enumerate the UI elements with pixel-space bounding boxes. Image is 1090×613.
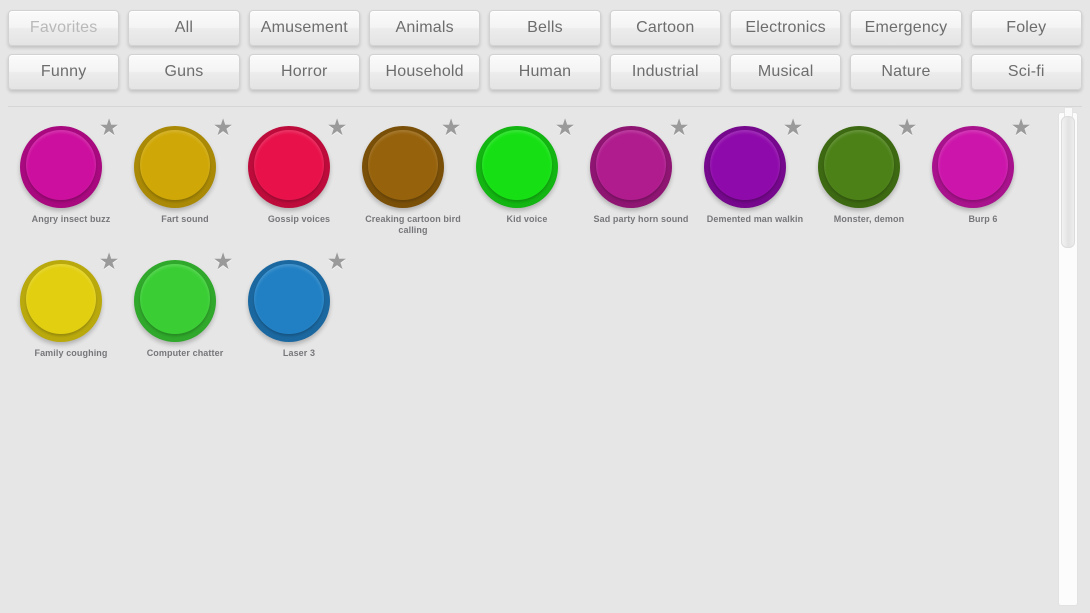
star-icon[interactable]: ★ — [782, 116, 804, 139]
sound-pad-grid: ★ Angry insect buzz ★ Fart sound ★ Gossip voi… — [0, 110, 1046, 373]
sound-pad[interactable]: ★ Computer chatter — [128, 250, 242, 359]
sound-pad-button[interactable]: ★ — [358, 116, 468, 212]
sound-pad[interactable]: ★ Burp 6 — [926, 116, 1040, 236]
pad-rim — [362, 126, 444, 208]
tabbar-separator — [8, 106, 1082, 107]
pad-rim — [932, 126, 1014, 208]
sound-pad-button[interactable]: ★ — [244, 250, 354, 346]
sound-pad[interactable]: ★ Fart sound — [128, 116, 242, 236]
pad-rim — [818, 126, 900, 208]
tab-horror[interactable]: Horror — [248, 54, 360, 90]
sound-pad-button[interactable]: ★ — [472, 116, 582, 212]
sound-pad-button[interactable]: ★ — [586, 116, 696, 212]
tab-row-2: Funny Guns Horror Household Human Industrial M… — [8, 54, 1082, 90]
pad-rim — [248, 126, 330, 208]
tab-musical[interactable]: Musical — [729, 54, 842, 90]
sound-pad-label: Monster, demon — [833, 214, 905, 224]
tab-row-1: Favorites All Amusement Animals Bells Cartoon… — [8, 10, 1082, 46]
pad-disc — [254, 130, 324, 200]
pad-rim — [590, 126, 672, 208]
sound-pad-button[interactable]: ★ — [130, 250, 240, 346]
sound-pad-label: Sad party horn sound — [593, 214, 689, 224]
tab-amusement[interactable]: Amusement — [248, 10, 360, 46]
tab-nature[interactable]: Nature — [850, 54, 962, 90]
sound-pad-label: Angry insect buzz — [31, 214, 111, 224]
tab-emergency[interactable]: Emergency — [850, 10, 962, 46]
sound-pad-label: Computer chatter — [146, 348, 224, 358]
pad-disc — [140, 264, 210, 334]
sound-pad-button[interactable]: ★ — [814, 116, 924, 212]
sound-pad[interactable]: ★ Sad party horn sound — [584, 116, 698, 236]
pad-rim — [134, 126, 216, 208]
sound-pad-label: Demented man walkin — [706, 214, 804, 224]
star-icon[interactable]: ★ — [212, 250, 234, 273]
sound-pad[interactable]: ★ Laser 3 — [242, 250, 356, 359]
tab-funny[interactable]: Funny — [8, 54, 120, 90]
pad-rim — [20, 260, 102, 342]
sound-pad-button[interactable]: ★ — [244, 116, 354, 212]
pad-disc — [26, 130, 96, 200]
sound-pad-label: Fart sound — [161, 214, 209, 224]
tab-guns[interactable]: Guns — [128, 54, 240, 90]
sound-pad[interactable]: ★ Monster, demon — [812, 116, 926, 236]
sound-pad-label: Creaking cartoon bird calling — [365, 214, 461, 235]
pad-disc — [254, 264, 324, 334]
sound-pad[interactable]: ★ Gossip voices — [242, 116, 356, 236]
sound-pad-button[interactable]: ★ — [700, 116, 810, 212]
sound-pad[interactable]: ★ Kid voice — [470, 116, 584, 236]
pad-disc — [938, 130, 1008, 200]
sound-pad-label: Burp 6 — [968, 214, 998, 224]
tab-electronics[interactable]: Electronics — [729, 10, 842, 46]
sound-pad[interactable]: ★ Family coughing — [14, 250, 128, 359]
sound-pad-button[interactable]: ★ — [130, 116, 240, 212]
tab-favorites: Favorites — [8, 10, 120, 46]
tab-animals[interactable]: Animals — [368, 10, 481, 46]
star-icon[interactable]: ★ — [326, 250, 348, 273]
pad-disc — [26, 264, 96, 334]
star-icon[interactable]: ★ — [98, 250, 120, 273]
pad-rim — [248, 260, 330, 342]
tab-foley[interactable]: Foley — [970, 10, 1082, 46]
tab-household[interactable]: Household — [368, 54, 481, 90]
sound-pad-button[interactable]: ★ — [16, 250, 126, 346]
tab-all[interactable]: All — [128, 10, 240, 46]
pad-disc — [140, 130, 210, 200]
sound-pad-label: Kid voice — [506, 214, 548, 224]
star-icon[interactable]: ★ — [440, 116, 462, 139]
pad-rim — [134, 260, 216, 342]
pad-disc — [596, 130, 666, 200]
category-tab-bar: Favorites All Amusement Animals Bells Cartoon… — [0, 0, 1090, 102]
sound-pad-label: Gossip voices — [267, 214, 331, 224]
star-icon[interactable]: ★ — [668, 116, 690, 139]
star-icon[interactable]: ★ — [1010, 116, 1032, 139]
pad-disc — [482, 130, 552, 200]
pad-disc — [368, 130, 438, 200]
sound-pad-button[interactable]: ★ — [16, 116, 126, 212]
tab-industrial[interactable]: Industrial — [609, 54, 721, 90]
star-icon[interactable]: ★ — [554, 116, 576, 139]
tab-human[interactable]: Human — [489, 54, 601, 90]
star-icon[interactable]: ★ — [212, 116, 234, 139]
sound-pad-button[interactable]: ★ — [928, 116, 1038, 212]
sound-pad-label: Laser 3 — [282, 348, 316, 358]
star-icon[interactable]: ★ — [98, 116, 120, 139]
tab-sci-fi[interactable]: Sci-fi — [970, 54, 1082, 90]
tab-bells[interactable]: Bells — [489, 10, 601, 46]
sound-pad-area: ★ Angry insect buzz ★ Fart sound ★ Gossip voi… — [0, 110, 1046, 613]
star-icon[interactable]: ★ — [896, 116, 918, 139]
sound-pad[interactable]: ★ Angry insect buzz — [14, 116, 128, 236]
pad-rim — [20, 126, 102, 208]
sound-pad-label: Family coughing — [34, 348, 108, 358]
sound-pad[interactable]: ★ Demented man walkin — [698, 116, 812, 236]
star-icon[interactable]: ★ — [326, 116, 348, 139]
sound-pad[interactable]: ★ Creaking cartoon bird calling — [356, 116, 470, 236]
vertical-scrollbar[interactable] — [1058, 107, 1078, 606]
tab-cartoon[interactable]: Cartoon — [609, 10, 721, 46]
scrollbar-thumb[interactable] — [1061, 116, 1075, 248]
pad-rim — [704, 126, 786, 208]
pad-rim — [476, 126, 558, 208]
pad-disc — [824, 130, 894, 200]
pad-disc — [710, 130, 780, 200]
